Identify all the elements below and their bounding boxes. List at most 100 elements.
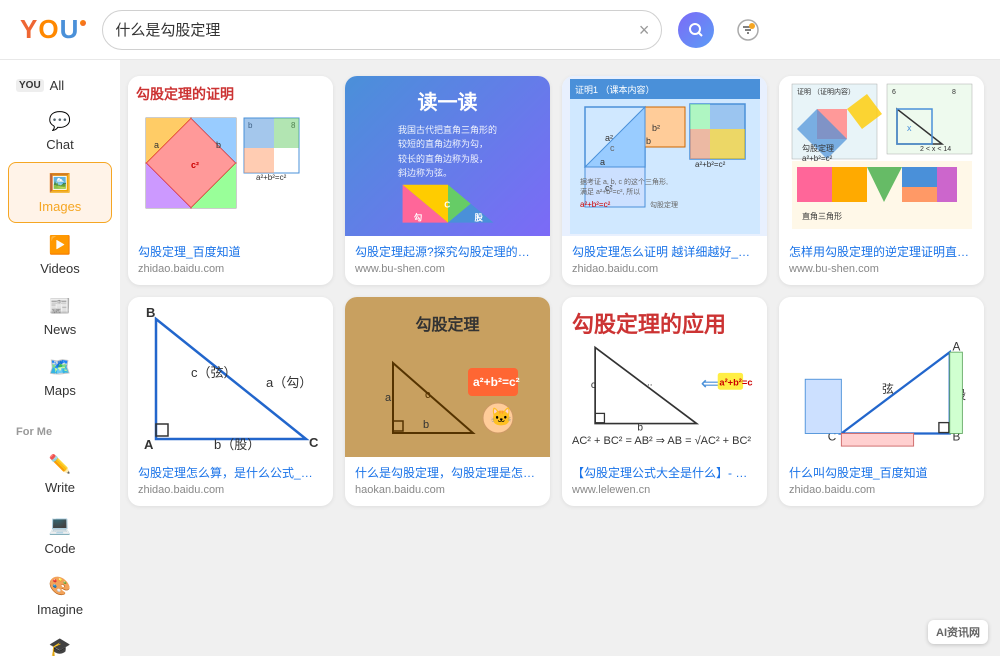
svg-text:据考证 a, b, c 的这个三角形,: 据考证 a, b, c 的这个三角形, [580,177,668,186]
sidebar-item-images[interactable]: 🖼️ Images [8,162,112,223]
sidebar-item-videos[interactable]: ▶️ Videos [8,225,112,284]
sidebar-item-all[interactable]: YOU All [0,72,120,99]
main-area: YOU All 💬 Chat 🖼️ Images ▶️ Videos 📰 New… [0,60,1000,656]
card-title-4: 怎样用勾股定理的逆定理证明直角三角形·证明勾股定理的逆定理 [789,244,974,261]
sidebar-item-code-label: Code [44,541,75,556]
logo-u: U [60,14,78,45]
svg-text:勾股定理: 勾股定理 [650,200,678,209]
image-card-4[interactable]: 证明 （证明内容） 勾股定理 a²+b²=c² 6 8 [779,76,984,285]
sidebar-item-news-label: News [44,322,77,337]
header: YOU × [0,0,1000,60]
card-info-2: 勾股定理起源?探究勾股定理的起源写一篇议论文 www.bu-shen.com [345,236,550,285]
card-info-4: 怎样用勾股定理的逆定理证明直角三角形·证明勾股定理的逆定理 www.bu-she… [779,236,984,285]
card-image-1: 勾股定理的证明 a [128,76,333,236]
svg-text:a²+b²=c: a²+b²=c [719,377,752,387]
for-me-label: For Me [0,422,120,442]
card-domain-4: www.bu-shen.com [789,263,974,275]
card-domain-7: www.lelewen.cn [572,484,757,496]
card-title-2: 勾股定理起源?探究勾股定理的起源写一篇议论文 [355,244,540,261]
search-button[interactable] [678,12,714,48]
image-card-1[interactable]: 勾股定理的证明 a [128,76,333,285]
sidebar-item-code[interactable]: 💻 Code [8,505,112,564]
svg-text:A: A [144,437,154,452]
card-domain-3: zhidao.baidu.com [572,263,757,275]
sidebar-item-news[interactable]: 📰 News [8,286,112,345]
you-badge: YOU [16,79,44,92]
sidebar: YOU All 💬 Chat 🖼️ Images ▶️ Videos 📰 New… [0,60,120,656]
card-image-7: 勾股定理的应用 b c ... ⟺ [562,297,767,457]
filter-button[interactable] [730,12,766,48]
images-icon: 🖼️ [48,171,72,195]
sidebar-item-imagine[interactable]: 🎨 Imagine [8,566,112,625]
svg-text:6: 6 [892,89,896,96]
svg-text:x: x [907,123,912,133]
image-card-6[interactable]: 勾股定理 b a c a²+b²=c² [345,297,550,506]
clear-button[interactable]: × [639,21,650,39]
read-triangle-svg: 勾 C 股 [383,181,513,226]
code-icon: 💻 [48,513,72,537]
imagine-icon: 🎨 [48,574,72,598]
card-image-5: B C A b（股） a（勾） c（弦） [128,297,333,457]
svg-text:A: A [952,340,960,353]
svg-text:a: a [600,157,605,167]
colorful-svg: 证明 （证明内容） 勾股定理 a²+b²=c² 6 8 [787,79,977,234]
videos-icon: ▶️ [48,233,72,257]
image-card-2[interactable]: 读一读 我国古代把直角三角形的较短的直角边称为勾，较长的直角边称为股，斜边称为弦… [345,76,550,285]
logo-o: O [38,14,57,45]
sidebar-item-maps[interactable]: 🗺️ Maps [8,347,112,406]
card-image-2: 读一读 我国古代把直角三角形的较短的直角边称为勾，较长的直角边称为股，斜边称为弦… [345,76,550,236]
card-title-7: 【勾股定理公式大全是什么】- 乐乐问答 [572,465,757,482]
card-image-3: 证明1 （课本内容） a² b² c² a b [562,76,767,236]
logo: YOU [20,14,86,45]
svg-text:勾股定理: 勾股定理 [802,143,834,153]
read-card-text: 我国古代把直角三角形的较短的直角边称为勾，较长的直角边称为股，斜边称为弦。 [398,123,497,181]
content-area: 勾股定理的证明 a [120,60,1000,656]
card-domain-5: zhidao.baidu.com [138,484,323,496]
svg-text:8: 8 [952,89,956,96]
svg-text:c（弦）: c（弦） [191,365,237,380]
sidebar-item-chat-label: Chat [46,137,73,152]
brown-card-title: 勾股定理 [415,311,479,335]
search-input[interactable] [115,21,630,38]
svg-text:c: c [591,380,596,391]
card-domain-1: zhidao.baidu.com [138,263,323,275]
image-card-8[interactable]: C B A 勾 股 弦 [779,297,984,506]
svg-text:...: ... [644,377,652,388]
watermark: AI资讯网 [928,620,988,644]
image-card-7[interactable]: 勾股定理的应用 b c ... ⟺ [562,297,767,506]
sidebar-item-chat[interactable]: 💬 Chat [8,101,112,160]
svg-text:b²: b² [652,123,660,133]
svg-text:C: C [444,199,450,209]
image-grid: 勾股定理的证明 a [128,76,984,506]
sidebar-item-images-label: Images [39,199,82,214]
card-domain-8: zhidao.baidu.com [789,484,974,496]
card-title-3: 勾股定理怎么证明 越详细越好_百度知道 [572,244,757,261]
svg-text:a: a [154,140,159,150]
svg-text:证明 （证明内容）: 证明 （证明内容） [797,87,855,96]
svg-text:🐱: 🐱 [490,407,512,427]
svg-text:满足 a²+b²=c², 所以: 满足 a²+b²=c², 所以 [580,187,640,196]
card-image-6: 勾股定理 b a c a²+b²=c² [345,297,550,457]
sidebar-item-study[interactable]: 🎓 Study [8,627,112,656]
triangle-svg: B C A b（股） a（勾） c（弦） [136,299,326,454]
app-title: 勾股定理的应用 [572,307,757,339]
search-bar: × [102,10,662,50]
card-title-1: 勾股定理_百度知道 [138,244,323,261]
card-title-8: 什么叫勾股定理_百度知道 [789,465,974,482]
svg-text:c²: c² [191,160,199,170]
sidebar-item-write[interactable]: ✏️ Write [8,444,112,503]
svg-text:b: b [216,140,221,150]
svg-text:b: b [637,422,643,432]
card-info-7: 【勾股定理公式大全是什么】- 乐乐问答 www.lelewen.cn [562,457,767,506]
sidebar-item-maps-label: Maps [44,383,76,398]
card-domain-6: haokan.baidu.com [355,484,540,496]
formula-line: AC² + BC² = AB² ⇒ AB = √AC² + BC² [572,434,757,447]
chat-icon: 💬 [48,109,72,133]
sidebar-item-imagine-label: Imagine [37,602,83,617]
card-info-8: 什么叫勾股定理_百度知道 zhidao.baidu.com [779,457,984,506]
card-domain-2: www.bu-shen.com [355,263,540,275]
image-card-5[interactable]: B C A b（股） a（勾） c（弦） 勾股定理怎么算，是什么公式_百度知道 [128,297,333,506]
all-label: All [50,78,64,93]
card-title-5: 勾股定理怎么算，是什么公式_百度知道 [138,465,323,482]
image-card-3[interactable]: 证明1 （课本内容） a² b² c² a b [562,76,767,285]
